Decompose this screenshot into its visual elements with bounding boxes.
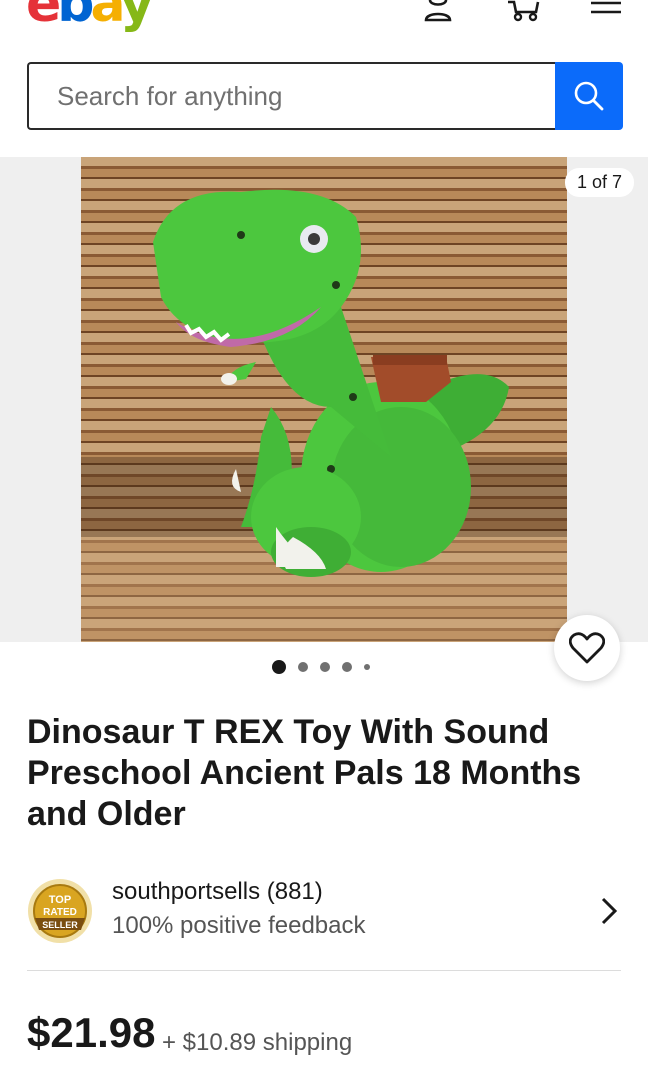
gallery-pagination-dots: [272, 660, 370, 674]
account-icon[interactable]: [418, 0, 458, 22]
header: ebay: [0, 0, 648, 40]
badge-text-seller: SELLER: [42, 920, 78, 930]
shipping-cost: + $10.89 shipping: [162, 1029, 353, 1056]
search-input[interactable]: Search for anything: [27, 62, 555, 130]
listing-title: Dinosaur T REX Toy With Sound Preschool …: [27, 713, 582, 833]
divider: [27, 970, 621, 971]
seller-card[interactable]: TOP RATED SELLER southportsells (881) 10…: [27, 876, 623, 946]
product-photo[interactable]: [81, 157, 567, 642]
pagination-dot[interactable]: [342, 662, 352, 672]
top-rated-seller-badge: TOP RATED SELLER: [27, 878, 93, 944]
cart-icon[interactable]: [504, 0, 544, 22]
heart-icon: [569, 632, 605, 664]
logo-letter-e: e: [26, 0, 61, 34]
pagination-dot[interactable]: [320, 662, 330, 672]
search-button[interactable]: [555, 62, 623, 130]
seller-name[interactable]: southportsells (881): [112, 878, 323, 906]
logo-letter-a: a: [90, 0, 124, 34]
pagination-dot[interactable]: [298, 662, 308, 672]
item-price: $21.98: [27, 1009, 156, 1056]
pagination-dot[interactable]: [364, 664, 370, 670]
badge-text-top: TOP: [49, 894, 71, 906]
menu-icon[interactable]: [588, 0, 628, 22]
watchlist-heart-button[interactable]: [554, 615, 620, 681]
search-icon: [574, 81, 604, 111]
chevron-right-icon[interactable]: [599, 896, 619, 926]
search-bar: Search for anything: [27, 62, 623, 130]
seller-feedback: 100% positive feedback: [112, 912, 366, 939]
image-counter: 1 of 7: [564, 168, 634, 197]
logo-letter-y: y: [120, 0, 154, 34]
logo-letter-b: b: [57, 0, 94, 34]
image-gallery[interactable]: [0, 157, 648, 642]
pagination-dot-active[interactable]: [272, 660, 286, 674]
ebay-logo[interactable]: ebay: [26, 0, 154, 30]
badge-text-rated: RATED: [43, 907, 77, 918]
